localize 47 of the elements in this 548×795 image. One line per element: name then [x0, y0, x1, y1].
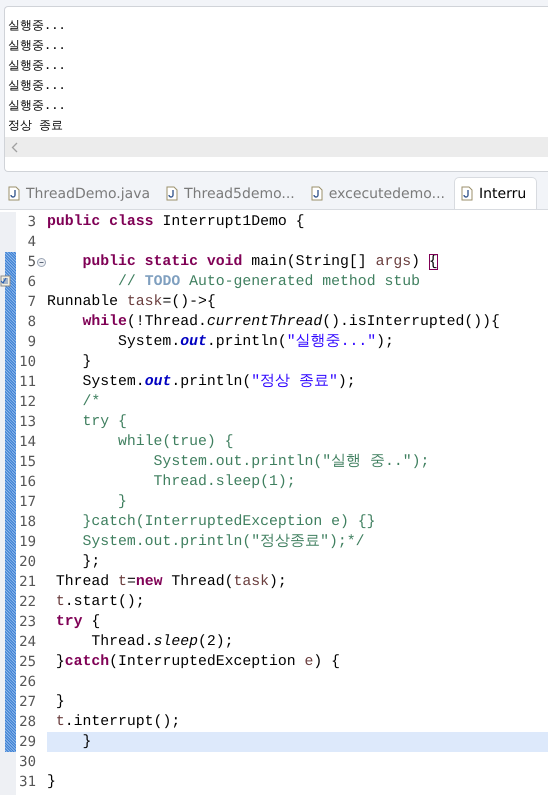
code-editor[interactable] [0, 209, 548, 795]
line-number: 21 [18, 573, 36, 592]
line-number: 24 [18, 633, 36, 652]
task-icon [0, 275, 11, 287]
line-number: 15 [18, 453, 36, 472]
line-number: 11 [18, 373, 36, 392]
console-line: 실행중... [8, 37, 67, 54]
horizontal-scrollbar[interactable] [5, 137, 548, 157]
console-line: 실행중... [8, 77, 67, 94]
line-number: 7 [26, 293, 36, 312]
editor-tab[interactable]: excecutedemo... [304, 178, 455, 209]
line-number: 28 [18, 713, 36, 732]
line-number: 13 [18, 413, 36, 432]
line-number: 12 [18, 393, 36, 412]
line-number: 30 [18, 753, 36, 772]
line-number: 18 [18, 513, 36, 532]
java-file-icon [460, 186, 473, 201]
line-number: 3 [26, 213, 36, 232]
console-line: 실행중... [8, 97, 67, 114]
editor-tab[interactable]: ThreadDemo.java [2, 178, 160, 209]
line-number: 10 [18, 353, 36, 372]
java-file-icon [166, 186, 178, 201]
editor-tab[interactable]: Thread5demo... [160, 178, 305, 209]
line-number: 17 [18, 493, 36, 512]
editor-tab[interactable]: Interru [454, 178, 536, 209]
java-file-icon [310, 186, 323, 201]
line-number: 25 [18, 653, 36, 672]
line-number: 6 [26, 273, 36, 292]
line-number: 14 [18, 433, 36, 452]
java-file-icon [8, 186, 20, 201]
line-number: 26 [18, 673, 36, 692]
line-number: 4 [26, 233, 36, 252]
collapse-icon[interactable] [37, 258, 46, 266]
console-line: 실행중... [8, 57, 67, 74]
line-number: 22 [18, 593, 36, 612]
line-number: 31 [18, 773, 36, 792]
line-number: 9 [26, 333, 36, 352]
line-number: 8 [26, 313, 36, 332]
line-number: 23 [18, 613, 36, 632]
line-number: 19 [18, 533, 36, 552]
line-number: 27 [18, 693, 36, 712]
line-number: 20 [18, 553, 36, 572]
line-number: 29 [18, 733, 36, 752]
console-line: 정상 종료 [8, 117, 64, 134]
console-line: 실행중... [8, 17, 67, 34]
line-number: 5 [26, 253, 36, 272]
line-number: 16 [18, 473, 36, 492]
